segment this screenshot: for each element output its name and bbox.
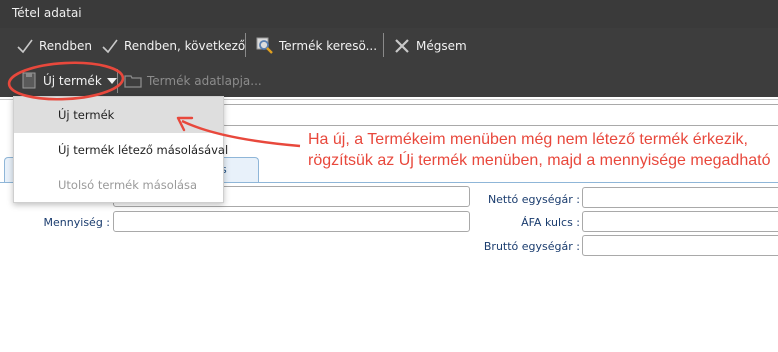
- new-product-dropdown: Új termék Új termék létező másolásával U…: [13, 96, 228, 203]
- cancel-button[interactable]: Mégsem: [393, 37, 467, 55]
- gross-unit-price-label: Bruttó egységár :: [483, 240, 580, 253]
- new-product-label: Új termék: [43, 74, 102, 88]
- window-title: Tétel adatai: [12, 6, 82, 20]
- annotation-line-2: rögzítsük az Új termék menüben, majd a m…: [308, 152, 771, 169]
- menu-item-new-product[interactable]: Új termék: [14, 97, 223, 133]
- toolbar-row-1: Rendben Rendben, következő Termék keresö…: [0, 28, 778, 62]
- quantity-label: Mennyiség :: [43, 216, 110, 229]
- menu-item-new-product-copy[interactable]: Új termék létező másolásával: [14, 132, 228, 168]
- net-unit-price-label: Nettó egységár :: [487, 193, 580, 206]
- menu-item-copy-last-product: Utolsó termék másolása: [58, 178, 198, 192]
- product-search-label: Termék keresö...: [279, 39, 378, 53]
- vat-rate-input[interactable]: [582, 211, 778, 232]
- quantity-input[interactable]: [113, 211, 470, 232]
- checkmark-icon: [17, 39, 33, 54]
- toolbar-separator: [383, 33, 384, 57]
- top-field[interactable]: [222, 104, 778, 126]
- ok-button-label: Rendben: [39, 39, 93, 53]
- cancel-button-label: Mégsem: [416, 39, 467, 53]
- annotation-text: Ha új, a Termékeim menüben még nem létez…: [308, 129, 778, 171]
- net-unit-price-input[interactable]: [582, 187, 778, 208]
- close-icon: [395, 39, 409, 53]
- chevron-down-icon: [106, 78, 117, 84]
- vat-rate-label: ÁFA kulcs :: [521, 216, 580, 229]
- annotation-line-1: Ha új, a Termékeim menüben még nem létez…: [308, 131, 748, 148]
- product-datasheet-label: Termék adatlapja...: [147, 74, 262, 88]
- toolbar-separator: [245, 33, 246, 57]
- gross-unit-price-input[interactable]: [582, 235, 778, 256]
- product-search-button[interactable]: Termék keresö...: [256, 37, 377, 55]
- ok-next-button-label: Rendben, következő: [124, 39, 246, 53]
- title-bar: Tétel adatai: [0, 0, 778, 28]
- ok-next-button[interactable]: Rendben, következő: [101, 37, 245, 55]
- toolbar-row-2: Új termék Termék adatlapja...: [0, 66, 778, 96]
- search-icon: [256, 37, 273, 54]
- toolbar-separator: [117, 69, 118, 93]
- document-icon: [22, 72, 36, 89]
- ok-button[interactable]: Rendben: [16, 37, 92, 55]
- product-datasheet-button[interactable]: Termék adatlapja...: [124, 72, 262, 90]
- checkmark-icon: [102, 39, 118, 54]
- toolbar: Rendben Rendben, következő Termék keresö…: [0, 28, 778, 97]
- new-product-button[interactable]: Új termék: [20, 72, 117, 90]
- folder-icon: [124, 75, 142, 88]
